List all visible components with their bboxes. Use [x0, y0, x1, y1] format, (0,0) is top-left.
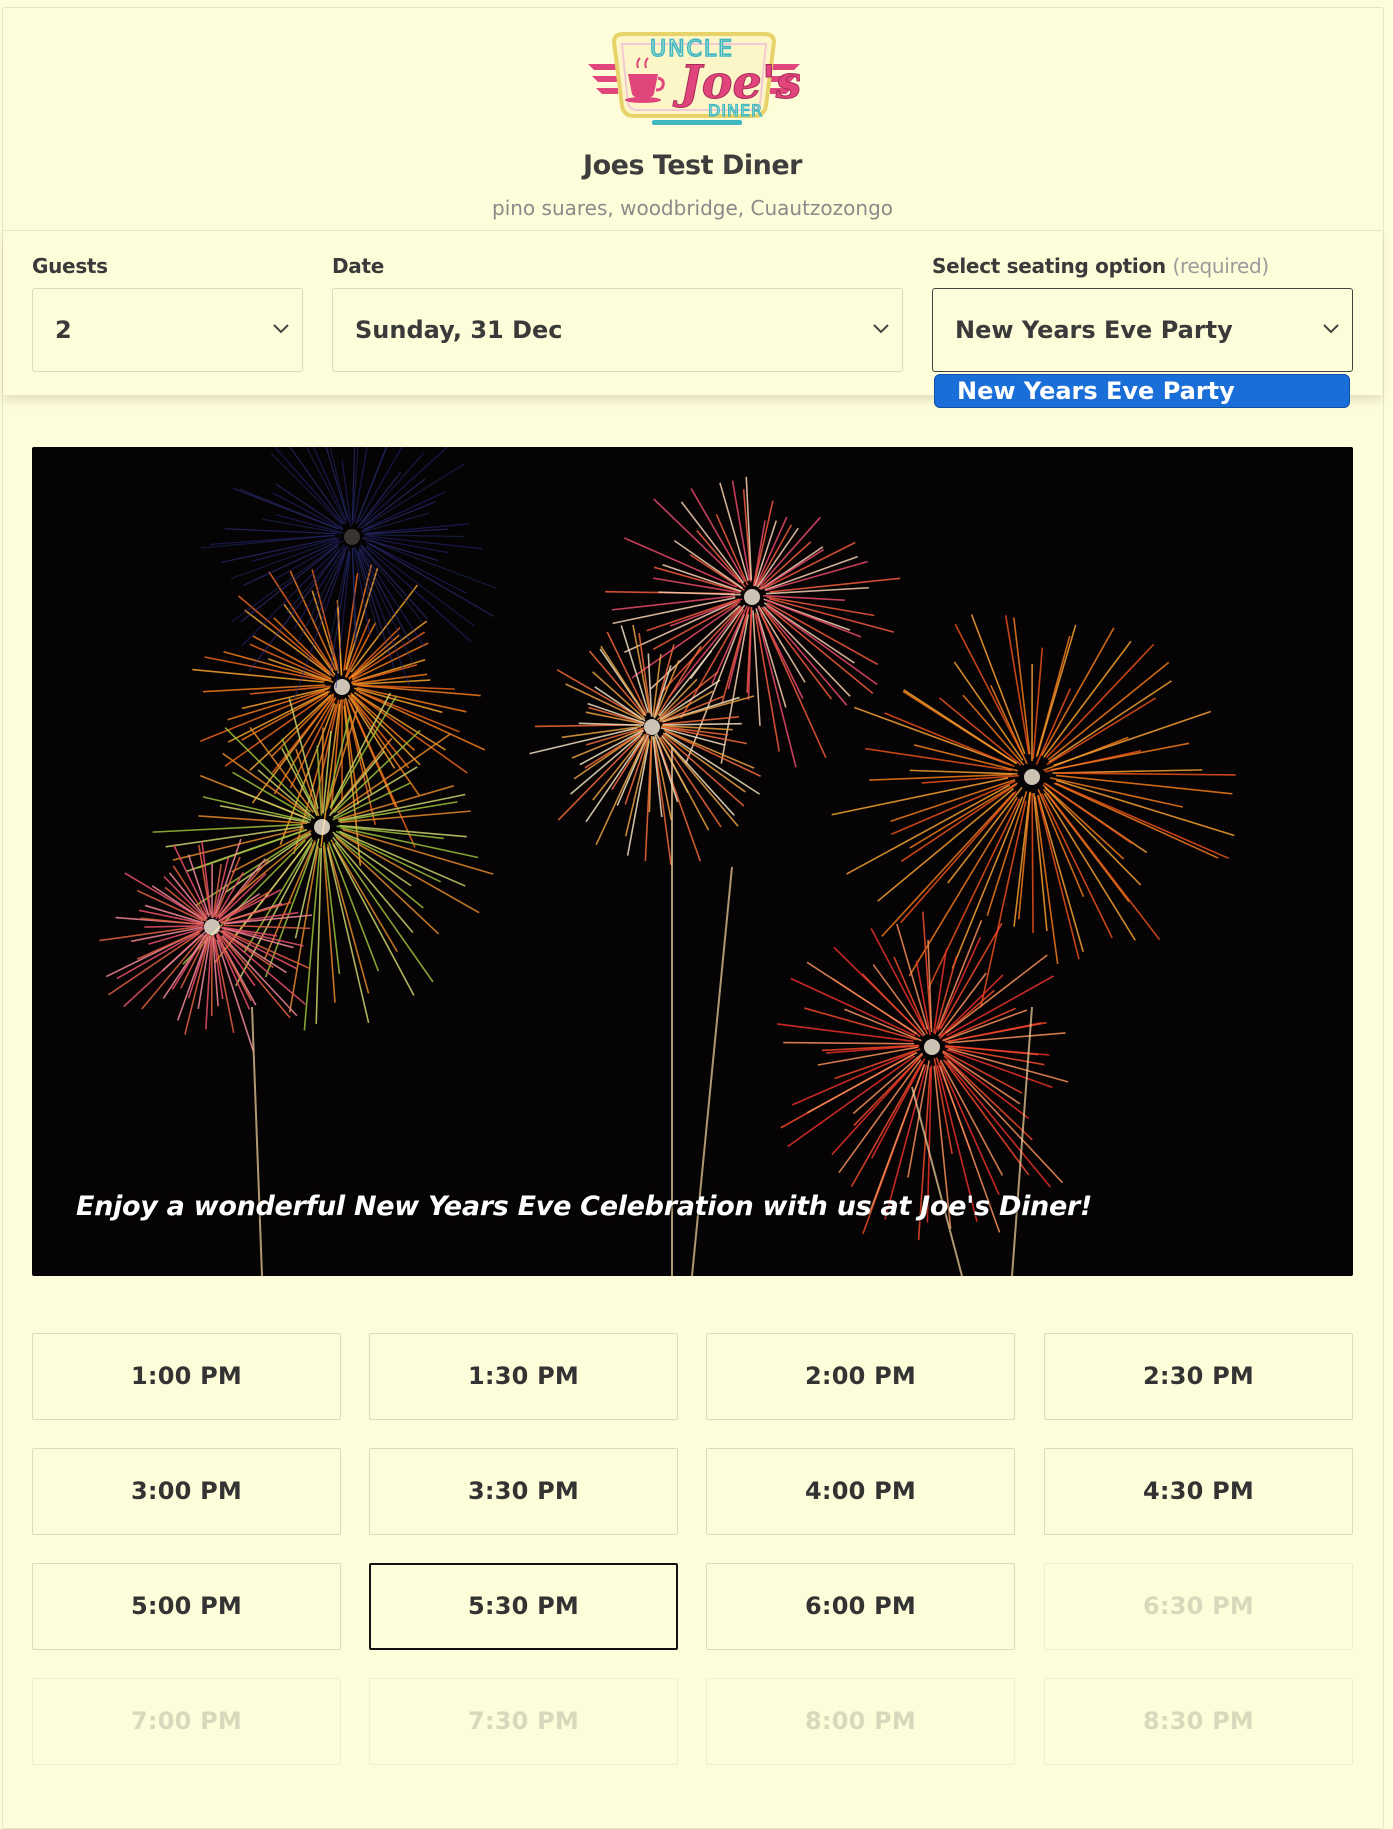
- time-slot-button: 8:30 PM: [1044, 1678, 1353, 1765]
- time-slot-button[interactable]: 2:30 PM: [1044, 1333, 1353, 1420]
- chevron-down-icon: [870, 317, 892, 339]
- seating-label: Select seating option (required): [932, 254, 1269, 278]
- time-slot-button[interactable]: 5:30 PM: [369, 1563, 678, 1650]
- hero-image: Enjoy a wonderful New Years Eve Celebrat…: [32, 447, 1353, 1276]
- time-slot-button[interactable]: 4:00 PM: [706, 1448, 1015, 1535]
- date-label: Date: [332, 254, 384, 278]
- fireworks-image: [32, 447, 1353, 1276]
- time-slot-button: 6:30 PM: [1044, 1563, 1353, 1650]
- time-slot-button: 7:30 PM: [369, 1678, 678, 1765]
- firework-burst: [99, 839, 312, 1051]
- time-slot-button[interactable]: 5:00 PM: [32, 1563, 341, 1650]
- date-value: Sunday, 31 Dec: [355, 316, 563, 344]
- seating-label-text: Select seating option: [932, 254, 1166, 278]
- restaurant-header: UNCLE Joe's DINER Joes Test Diner pino s…: [3, 8, 1382, 231]
- logo-text-diner: DINER: [708, 101, 763, 120]
- time-slot-button[interactable]: 2:00 PM: [706, 1333, 1015, 1420]
- firework-trail: [1012, 1007, 1032, 1276]
- time-slot-button: 8:00 PM: [706, 1678, 1015, 1765]
- guests-label: Guests: [32, 254, 108, 278]
- seating-select[interactable]: New Years Eve Party: [932, 288, 1353, 372]
- firework-trail: [912, 1087, 962, 1276]
- guests-value: 2: [55, 316, 72, 344]
- seating-value: New Years Eve Party: [955, 316, 1233, 344]
- time-slot-button: 7:00 PM: [32, 1678, 341, 1765]
- firework-burst: [832, 614, 1236, 1007]
- required-note: (required): [1173, 254, 1269, 278]
- time-slot-button[interactable]: 1:00 PM: [32, 1333, 341, 1420]
- guests-select[interactable]: 2: [32, 288, 303, 372]
- restaurant-name: Joes Test Diner: [3, 150, 1382, 181]
- restaurant-logo: UNCLE Joe's DINER: [588, 22, 800, 130]
- time-slot-button[interactable]: 3:30 PM: [369, 1448, 678, 1535]
- time-slot-button[interactable]: 3:00 PM: [32, 1448, 341, 1535]
- chevron-down-icon: [270, 317, 292, 339]
- restaurant-address: pino suares, woodbridge, Cuautzozongo: [3, 196, 1382, 220]
- date-select[interactable]: Sunday, 31 Dec: [332, 288, 903, 372]
- time-slot-button[interactable]: 6:00 PM: [706, 1563, 1015, 1650]
- hero-caption: Enjoy a wonderful New Years Eve Celebrat…: [76, 1191, 1092, 1222]
- chevron-down-icon: [1320, 317, 1342, 339]
- firework-trail: [252, 1007, 262, 1276]
- time-slot-button[interactable]: 4:30 PM: [1044, 1448, 1353, 1535]
- time-slot-button[interactable]: 1:30 PM: [369, 1333, 678, 1420]
- seating-option-new-years-eve-party[interactable]: New Years Eve Party: [934, 374, 1350, 408]
